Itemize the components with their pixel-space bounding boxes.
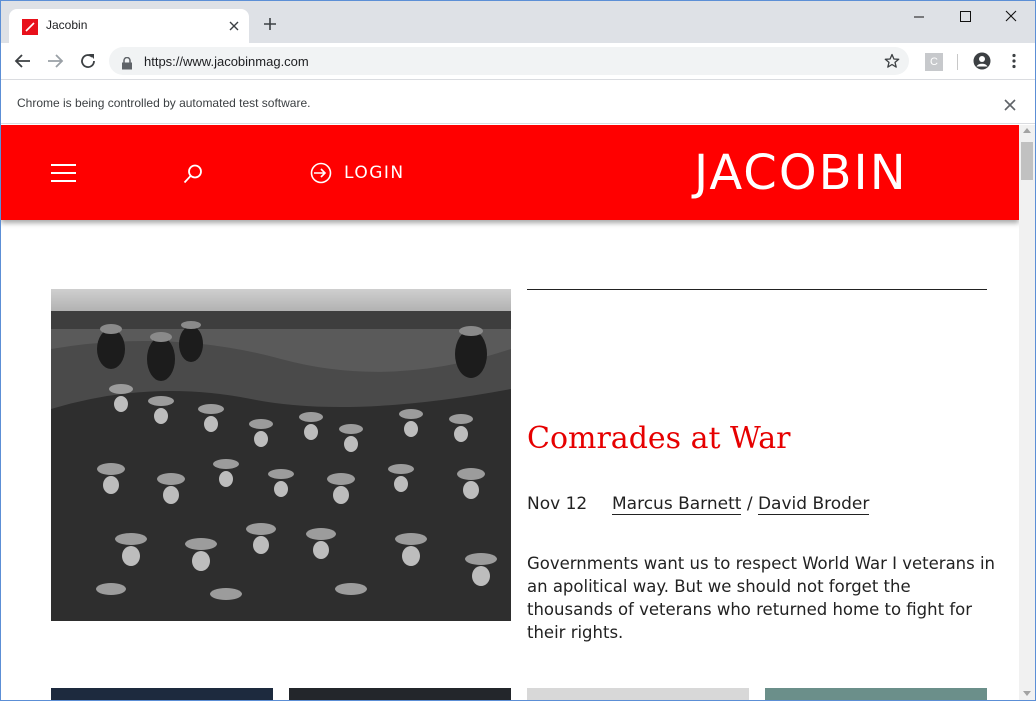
author-separator: /	[741, 494, 758, 514]
login-arrow-icon	[310, 162, 332, 184]
feature-authors: Marcus Barnett / David Broder	[612, 494, 870, 515]
scrollbar-thumb[interactable]	[1021, 142, 1033, 180]
feature-headline[interactable]: Comrades at War	[527, 421, 791, 456]
tab-jacobin[interactable]: Jacobin	[9, 9, 249, 43]
browser-window: Jacobin https://www.jacobinmag.com C Chr…	[0, 0, 1036, 701]
article-thumbnail[interactable]	[527, 688, 749, 700]
bookmark-star-icon[interactable]	[884, 53, 900, 69]
tab-title: Jacobin	[46, 18, 88, 32]
site-header: LOGIN JACOBIN	[1, 125, 1019, 220]
infobar-message: Chrome is being controlled by automated …	[17, 96, 311, 110]
search-icon[interactable]	[182, 163, 204, 185]
address-bar[interactable]: https://www.jacobinmag.com	[109, 47, 909, 75]
feature-photo[interactable]	[51, 289, 511, 621]
new-tab-plus-icon[interactable]	[262, 16, 278, 32]
feature-divider	[527, 289, 987, 290]
article-thumbnail[interactable]	[51, 688, 273, 700]
tab-close-icon[interactable]	[226, 18, 242, 34]
title-bar: Jacobin	[1, 1, 1035, 43]
author-link-2[interactable]: David Broder	[757, 494, 870, 515]
automation-infobar: Chrome is being controlled by automated …	[1, 81, 1035, 124]
reload-icon[interactable]	[79, 52, 97, 70]
profile-avatar-icon[interactable]	[973, 52, 991, 70]
scroll-up-arrow-icon[interactable]	[1023, 128, 1031, 133]
infobar-close-icon[interactable]	[1004, 96, 1016, 111]
scroll-down-arrow-icon[interactable]	[1023, 691, 1031, 696]
feature-date: Nov 12	[527, 494, 588, 514]
article-thumbnail[interactable]	[289, 688, 511, 700]
article-thumbnail[interactable]	[765, 688, 987, 700]
menu-kebab-icon[interactable]	[1005, 52, 1023, 70]
back-arrow-icon[interactable]	[14, 52, 32, 70]
url-text: https://www.jacobinmag.com	[144, 54, 309, 69]
article-thumbnails	[51, 688, 987, 700]
window-close-icon[interactable]	[988, 5, 1034, 29]
author-link-1[interactable]: Marcus Barnett	[612, 494, 742, 515]
jacobin-logo[interactable]: JACOBIN	[694, 147, 908, 199]
extension-icon[interactable]: C	[925, 53, 943, 71]
jacobin-favicon-icon	[22, 19, 38, 35]
login-label: LOGIN	[344, 163, 405, 183]
page-scrollbar[interactable]	[1019, 125, 1035, 700]
maximize-icon[interactable]	[942, 5, 988, 29]
minimize-icon[interactable]	[896, 5, 942, 29]
browser-toolbar: https://www.jacobinmag.com C	[1, 43, 1035, 80]
page-viewport: LOGIN JACOBIN Comrades at War Nov 12 Mar…	[1, 125, 1019, 700]
lock-icon	[121, 55, 133, 70]
forward-arrow-icon[interactable]	[46, 52, 64, 70]
hamburger-menu-icon[interactable]	[51, 164, 76, 182]
feature-teaser: Governments want us to respect World War…	[527, 554, 996, 642]
toolbar-separator	[957, 54, 958, 70]
